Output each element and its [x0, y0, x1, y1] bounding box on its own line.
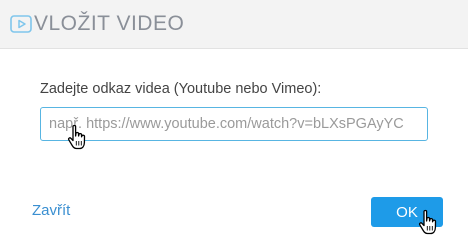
- video-url-input[interactable]: [40, 107, 428, 141]
- hand-pointer-icon: [418, 209, 437, 235]
- close-button[interactable]: Zavřít: [32, 202, 70, 219]
- video-link-label: Zadejte odkaz videa (Youtube nebo Vimeo)…: [40, 81, 322, 97]
- video-play-icon: [10, 15, 32, 33]
- hand-pointer-icon: [67, 124, 86, 150]
- insert-video-dialog: VLOŽIT VIDEO Zadejte odkaz videa (Youtub…: [0, 0, 468, 244]
- dialog-title: VLOŽIT VIDEO: [34, 12, 185, 35]
- dialog-header: VLOŽIT VIDEO: [0, 0, 468, 49]
